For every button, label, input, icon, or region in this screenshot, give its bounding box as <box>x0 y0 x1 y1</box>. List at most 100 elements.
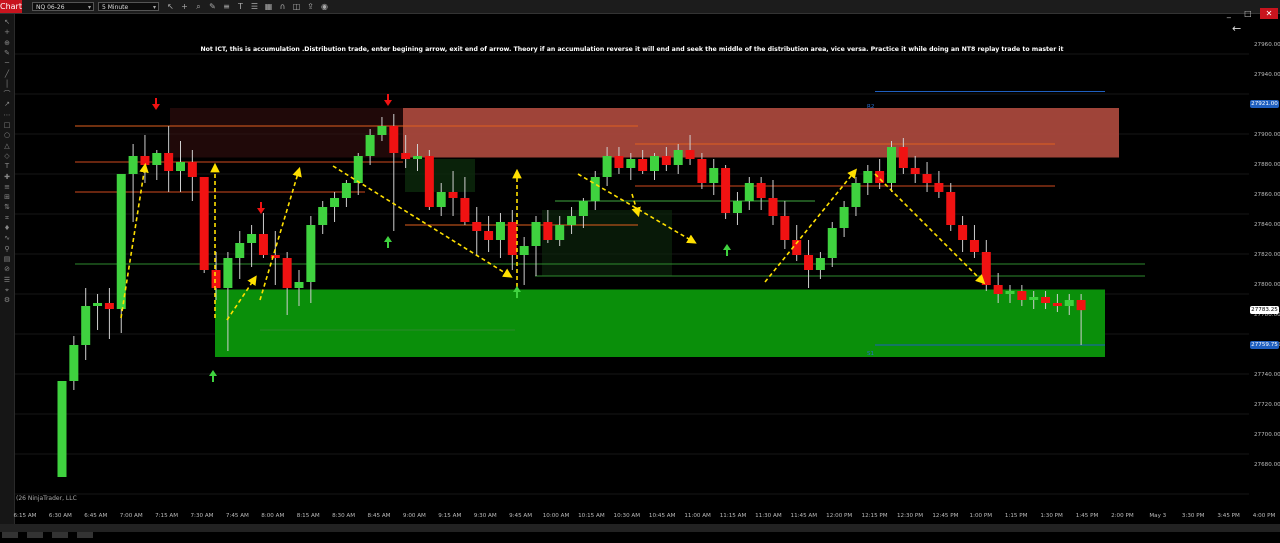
drawing-tool-icon[interactable]: ⊞ <box>3 193 11 201</box>
candle-body <box>780 216 790 240</box>
text-icon[interactable]: T <box>236 2 245 11</box>
time-axis[interactable]: 6:15 AM 6:30 AM 6:45 AM 7:00 AM 7:15 AM 7:30 … <box>14 510 1276 524</box>
candle-body <box>815 258 825 270</box>
drawing-tool-icon[interactable]: ⋯ <box>3 111 11 119</box>
drawing-tool-icon[interactable]: ⊘ <box>3 265 11 273</box>
drawing-tool-icon[interactable]: ▤ <box>3 255 11 263</box>
time-tick-label: 7:45 AM <box>225 513 249 519</box>
camera-icon[interactable]: ◉ <box>320 2 329 11</box>
interval-selector[interactable]: 5 Minute ▾ <box>98 2 159 11</box>
candle <box>353 153 363 195</box>
time-tick-label: 10:45 AM <box>648 513 676 519</box>
drawing-tool-icon[interactable]: ─ <box>3 59 11 67</box>
drawing-tool-icon[interactable]: ≡ <box>3 183 11 191</box>
drawing-tool-icon[interactable]: △ <box>3 142 11 150</box>
zoom-icon[interactable]: ⌕ <box>194 2 203 11</box>
candle-body <box>282 258 292 288</box>
pencil-icon[interactable]: ✎ <box>208 2 217 11</box>
back-arrow-icon[interactable]: ← <box>1232 22 1241 35</box>
chart-tab-3[interactable] <box>52 532 69 538</box>
layers-icon[interactable]: ◫ <box>292 2 301 11</box>
time-tick-label: 12:15 PM <box>861 513 888 519</box>
drawing-tool-icon[interactable]: ↗ <box>3 100 11 108</box>
grid-icon[interactable]: ▦ <box>264 2 273 11</box>
candle-body <box>721 168 731 213</box>
drawing-tool-icon[interactable]: □ <box>3 121 11 129</box>
instrument-selector[interactable]: NQ 06-26 ▾ <box>32 2 94 11</box>
price-axis[interactable]: 27960.00 27940.00 27900.00 27880.00 27860.00… <box>1249 14 1280 510</box>
candle-body <box>1076 300 1086 311</box>
candle <box>140 135 150 183</box>
price-chart[interactable] <box>15 14 1249 510</box>
drawing-tool-icon[interactable]: ✚ <box>3 173 11 181</box>
drawing-tool-icon[interactable]: ⊕ <box>3 39 11 47</box>
chart-toolbar: Chart NQ 06-26 ▾ 5 Minute ▾ ↖ + ⌕ ✎ ≡ T ☰ ▦ ∩ ◫ ⇪ ◉… <box>0 0 1280 19</box>
candle-body <box>993 285 1003 294</box>
chart-tab[interactable]: Chart <box>0 0 22 13</box>
candle-body <box>57 381 67 477</box>
cursor-icon[interactable]: ↖ <box>166 2 175 11</box>
chart-tab-4[interactable] <box>77 532 94 538</box>
drawing-tool-icon[interactable]: │ <box>3 80 11 88</box>
candle-body <box>567 216 577 225</box>
candle-body <box>164 153 174 171</box>
time-tick-label: 7:30 AM <box>190 513 214 519</box>
drawing-tool-icon[interactable]: ♦ <box>3 224 11 232</box>
crosshair-icon[interactable]: + <box>180 2 189 11</box>
magnet-icon[interactable]: ∩ <box>278 2 287 11</box>
drawing-tool-icon[interactable]: T <box>3 162 11 170</box>
candle <box>721 165 731 219</box>
candle <box>495 213 505 258</box>
drawing-tool-icon[interactable]: + <box>3 28 11 36</box>
time-tick-label: 8:00 AM <box>261 513 285 519</box>
candle-body <box>93 303 103 306</box>
drawing-tool-icon[interactable]: ☰ <box>3 276 11 284</box>
candle-body <box>887 147 896 183</box>
chart-tab-1[interactable] <box>2 532 18 538</box>
candle-body <box>555 225 565 240</box>
price-tick-label: 27840.00 <box>1254 222 1280 228</box>
candle-body <box>863 171 873 183</box>
drawing-tool-icon[interactable]: ∿ <box>3 234 11 242</box>
drawing-tool-icon[interactable]: ↖ <box>3 18 11 26</box>
candle <box>330 192 340 222</box>
drawing-tool-icon[interactable]: ✎ <box>3 49 11 57</box>
properties-icon[interactable]: ≡ <box>222 2 231 11</box>
list-icon[interactable]: ☰ <box>250 2 259 11</box>
chevron-down-icon: ▾ <box>87 4 91 11</box>
drawing-tool-icon[interactable]: ⌒ <box>3 90 11 98</box>
time-tick-label: 2:00 PM <box>1111 513 1134 519</box>
candle-body <box>519 246 529 255</box>
drawing-tool-icon[interactable]: ○ <box>3 131 11 139</box>
candle <box>235 231 245 279</box>
candle-body <box>934 183 944 192</box>
drawing-tool-icon[interactable]: ⚲ <box>3 245 11 253</box>
export-icon[interactable]: ⇪ <box>306 2 315 11</box>
candle-body <box>673 150 683 165</box>
price-tick-label: 27820.00 <box>1254 252 1280 258</box>
candle-body <box>306 225 316 282</box>
candle-body <box>851 183 861 207</box>
time-tick-label: 8:15 AM <box>296 513 320 519</box>
drawing-tool-icon[interactable]: ⌗ <box>3 214 11 222</box>
candle-body <box>436 192 446 207</box>
chart-tab-2[interactable] <box>27 532 44 538</box>
candle-body <box>650 156 659 171</box>
candle <box>815 252 825 279</box>
candle-body <box>365 135 375 156</box>
candle-body <box>697 159 707 183</box>
drawing-tool-icon[interactable]: ⚙ <box>3 296 11 304</box>
candle-body <box>116 174 126 309</box>
drawing-tool-icon[interactable]: ⇅ <box>3 203 11 211</box>
drawing-tool-icon[interactable]: ⌖ <box>3 286 11 294</box>
candle-body <box>685 150 695 159</box>
drawing-tool-icon[interactable]: ╱ <box>3 70 11 78</box>
candle-body <box>1005 291 1015 294</box>
candle-body <box>614 156 624 168</box>
time-tick-label: 8:30 AM <box>332 513 356 519</box>
candle <box>590 171 600 210</box>
candle <box>57 381 67 477</box>
drawing-tool-icon[interactable]: ◇ <box>3 152 11 160</box>
chevron-down-icon: ▾ <box>152 4 156 11</box>
candle-body <box>176 162 185 171</box>
